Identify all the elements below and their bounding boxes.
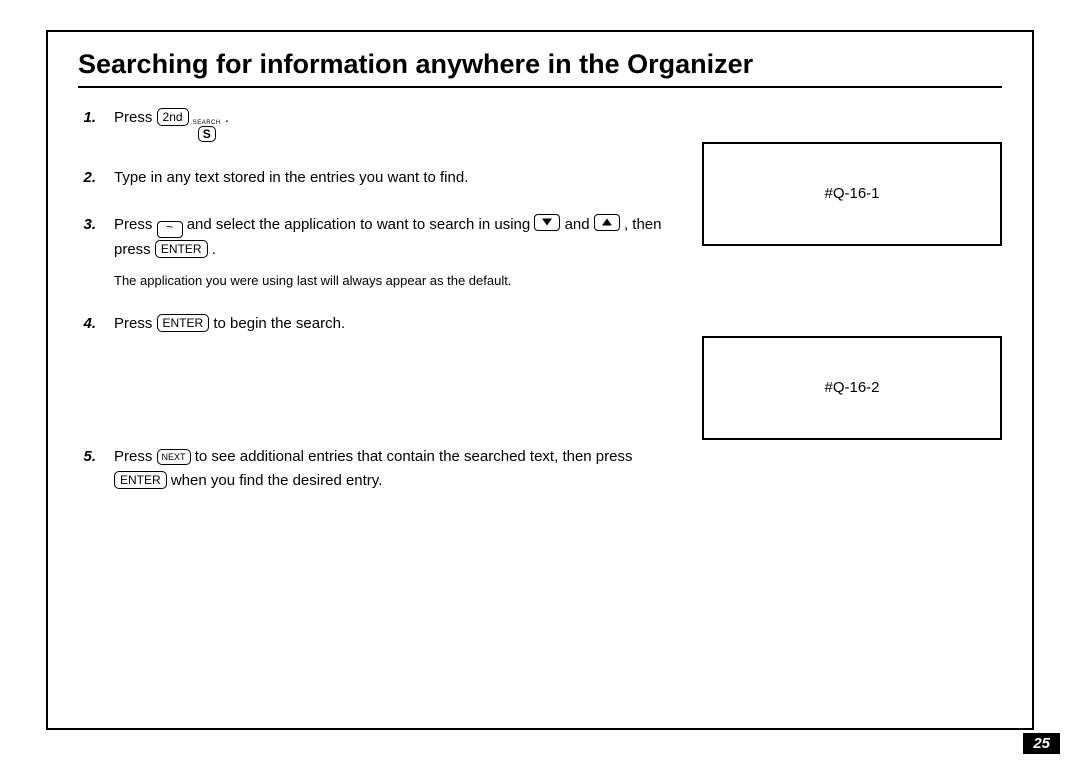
key-search-s: SEARCH S xyxy=(193,120,221,142)
step-text: Press xyxy=(114,448,157,465)
step-text: when you find the desired entry. xyxy=(171,472,383,489)
step-text: Press xyxy=(114,216,157,233)
step-2: 2. Type in any text stored in the entrie… xyxy=(78,166,672,189)
step-number: 4. xyxy=(78,312,96,335)
page-frame: Searching for information anywhere in th… xyxy=(46,30,1034,730)
step-number: 5. xyxy=(78,445,96,492)
step-note: The application you were using last will… xyxy=(114,273,672,288)
step-number: 2. xyxy=(78,166,96,189)
step-5: 5. Press NEXT to see additional entries … xyxy=(78,445,672,492)
key-arrow-up-icon xyxy=(594,214,620,231)
key-arrow-down-icon xyxy=(534,214,560,231)
step-text: Type in any text stored in the entries y… xyxy=(114,166,672,189)
figure-placeholder-1: #Q-16-1 xyxy=(702,142,1002,246)
step-1: 1. Press 2nd SEARCH S . xyxy=(78,106,672,142)
step-text: and xyxy=(565,216,594,233)
page-number: 25 xyxy=(1023,733,1060,754)
step-number: 3. xyxy=(78,213,96,261)
step-text: . xyxy=(208,241,216,258)
figure-placeholder-2: #Q-16-2 xyxy=(702,336,1002,440)
page-title: Searching for information anywhere in th… xyxy=(78,50,1002,80)
key-enter: ENTER xyxy=(114,471,167,489)
title-rule xyxy=(78,86,1002,88)
figure-column: #Q-16-1 #Q-16-2 xyxy=(702,106,1002,516)
step-text: . xyxy=(221,109,229,126)
key-tilde: ~ xyxy=(157,221,183,238)
key-next: NEXT xyxy=(157,449,191,465)
step-text: to see additional entries that contain t… xyxy=(195,448,633,465)
instruction-steps: 1. Press 2nd SEARCH S . 2. Type in a xyxy=(78,106,672,516)
step-text: Press xyxy=(114,315,157,332)
step-text: Press xyxy=(114,109,157,126)
step-text: and select the application to want to se… xyxy=(187,216,535,233)
key-enter: ENTER xyxy=(155,240,208,258)
step-3: 3. Press ~ and select the application to… xyxy=(78,213,672,261)
key-enter: ENTER xyxy=(157,314,210,332)
step-text: to begin the search. xyxy=(213,315,345,332)
step-number: 1. xyxy=(78,106,96,142)
step-4: 4. Press ENTER to begin the search. xyxy=(78,312,672,335)
key-2nd: 2nd xyxy=(157,108,189,126)
